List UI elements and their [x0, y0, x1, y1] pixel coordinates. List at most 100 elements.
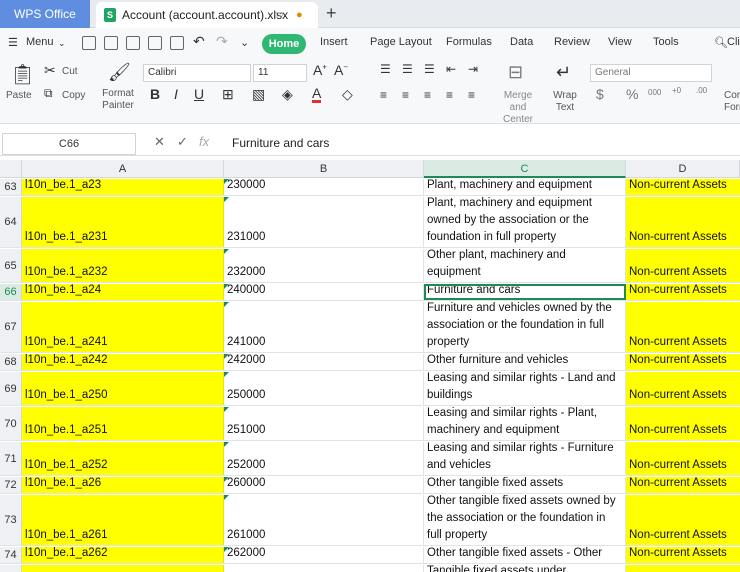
- cell-c[interactable]: Furniture and vehicles owned by the asso…: [424, 302, 626, 352]
- align-middle-icon[interactable]: ☰: [402, 62, 413, 76]
- row-header[interactable]: 68: [0, 354, 22, 370]
- merge-center-button[interactable]: Merge and Center: [495, 90, 541, 126]
- row-header[interactable]: 67: [0, 302, 22, 352]
- thousands-icon[interactable]: 000: [648, 88, 661, 97]
- cell-c[interactable]: Leasing and similar rights - Furniture a…: [424, 442, 626, 475]
- indent-decrease-icon[interactable]: ⇤: [446, 62, 456, 76]
- align-bottom-icon[interactable]: ☰: [424, 62, 435, 76]
- row-header[interactable]: [0, 565, 22, 572]
- tab-page-layout[interactable]: Page Layout: [370, 36, 432, 48]
- cell-a[interactable]: l10n_be.1_a251: [22, 407, 224, 440]
- cell-c[interactable]: Furniture and cars: [424, 284, 626, 300]
- cell-d[interactable]: Non-current Assets: [626, 477, 740, 493]
- column-header-d[interactable]: D: [626, 160, 740, 178]
- fill-pattern-icon[interactable]: ▧: [252, 86, 265, 103]
- number-format-select[interactable]: General: [590, 64, 712, 82]
- cancel-icon[interactable]: ✕: [154, 134, 165, 150]
- wrap-text-icon[interactable]: ↵: [556, 62, 571, 83]
- cell-c[interactable]: Leasing and similar rights - Land and bu…: [424, 372, 626, 405]
- merge-center-icon[interactable]: ⊟: [508, 62, 523, 83]
- more-chevron-icon[interactable]: ⌄: [240, 36, 249, 49]
- hamburger-icon[interactable]: ☰: [8, 36, 18, 49]
- tab-document[interactable]: S Account (account.account).xlsx ▭ ●: [96, 2, 318, 28]
- cell-a[interactable]: l10n_be.1_a250: [22, 372, 224, 405]
- tab-data[interactable]: Data: [510, 36, 533, 48]
- open-folder-icon[interactable]: [82, 36, 96, 50]
- cell-b[interactable]: 242000: [224, 354, 424, 370]
- cell-a[interactable]: l10n_be.1_a26: [22, 477, 224, 493]
- redo-icon[interactable]: ↷: [216, 33, 228, 50]
- cell-a[interactable]: l10n_be.1_a231: [22, 197, 224, 247]
- align-right-icon[interactable]: ≡: [424, 88, 431, 102]
- cell-b[interactable]: 261000: [224, 495, 424, 545]
- cell-b[interactable]: 262000: [224, 547, 424, 563]
- cell-a[interactable]: l10n_be.1_a232: [22, 249, 224, 282]
- cut-icon[interactable]: ✂: [44, 62, 56, 79]
- cell-d[interactable]: Non-current Assets: [626, 495, 740, 545]
- cell-b[interactable]: [224, 565, 424, 572]
- cell-b[interactable]: 230000: [224, 179, 424, 195]
- row-header[interactable]: 72: [0, 477, 22, 493]
- cell-d[interactable]: Non-current Assets: [626, 284, 740, 300]
- formula-input[interactable]: Furniture and cars: [232, 136, 329, 150]
- tab-wps-office[interactable]: WPS Office: [0, 0, 90, 28]
- function-icon[interactable]: fx: [199, 134, 209, 149]
- font-family-select[interactable]: Calibri: [143, 64, 251, 82]
- justify-icon[interactable]: ≡: [446, 88, 453, 102]
- cell-d[interactable]: Non-current Assets: [626, 179, 740, 195]
- tab-home[interactable]: Home: [262, 34, 306, 54]
- undo-icon[interactable]: ↶: [193, 33, 205, 50]
- confirm-icon[interactable]: ✓: [177, 134, 188, 150]
- bold-icon[interactable]: B: [150, 86, 160, 102]
- cell-a[interactable]: l10n_be.1_a241: [22, 302, 224, 352]
- cell-d[interactable]: Non-current Assets: [626, 197, 740, 247]
- cell-a[interactable]: l10n_be.1_a242: [22, 354, 224, 370]
- copy-button[interactable]: Copy: [62, 90, 85, 101]
- cut-button[interactable]: Cut: [62, 66, 78, 77]
- cell-b[interactable]: 240000: [224, 284, 424, 300]
- cell-a[interactable]: l10n_be.1_a252: [22, 442, 224, 475]
- indent-increase-icon[interactable]: ⇥: [468, 62, 478, 76]
- distributed-icon[interactable]: ≡: [468, 88, 475, 102]
- decimal-decrease-icon[interactable]: .00: [696, 86, 707, 95]
- cell-c[interactable]: Plant, machinery and equipment: [424, 179, 626, 195]
- row-header[interactable]: 74: [0, 547, 22, 563]
- cell-a[interactable]: l10n_be.1_a23: [22, 179, 224, 195]
- row-header[interactable]: 71: [0, 442, 22, 475]
- cell-d[interactable]: [626, 565, 740, 572]
- cell-b[interactable]: 260000: [224, 477, 424, 493]
- cell-d[interactable]: Non-current Assets: [626, 354, 740, 370]
- tab-view[interactable]: View: [608, 36, 632, 48]
- font-color-icon[interactable]: A: [312, 86, 322, 103]
- cell-c[interactable]: Tangible fixed assets under: [424, 565, 626, 572]
- align-left-icon[interactable]: ≡: [380, 88, 387, 102]
- percent-icon[interactable]: %: [626, 86, 638, 102]
- cell-d[interactable]: Non-current Assets: [626, 407, 740, 440]
- row-header[interactable]: 69: [0, 372, 22, 405]
- align-top-icon[interactable]: ☰: [380, 62, 391, 76]
- export-icon[interactable]: [126, 36, 140, 50]
- fill-color-icon[interactable]: ◈: [282, 86, 293, 103]
- cell-b[interactable]: 241000: [224, 302, 424, 352]
- cell-b[interactable]: 232000: [224, 249, 424, 282]
- save-icon[interactable]: [104, 36, 118, 50]
- row-header[interactable]: 73: [0, 495, 22, 545]
- row-header[interactable]: 64: [0, 197, 22, 247]
- cell-a[interactable]: l10n_be.1_a262: [22, 547, 224, 563]
- eraser-icon[interactable]: ◇: [342, 86, 353, 103]
- italic-icon[interactable]: I: [174, 86, 178, 102]
- wrap-text-button[interactable]: Wrap Text: [551, 90, 579, 114]
- column-header-a[interactable]: A: [22, 160, 224, 178]
- decimal-increase-icon[interactable]: +0: [672, 86, 681, 95]
- increase-font-icon[interactable]: A+: [313, 62, 327, 78]
- cell-c[interactable]: Other tangible fixed assets - Other: [424, 547, 626, 563]
- chevron-down-icon[interactable]: ⌄: [58, 38, 66, 49]
- cell-a[interactable]: l10n_be.1_a261: [22, 495, 224, 545]
- name-box[interactable]: C66: [2, 133, 136, 155]
- monitor-icon[interactable]: ▭: [274, 2, 283, 28]
- tab-formulas[interactable]: Formulas: [446, 36, 492, 48]
- paste-button[interactable]: Paste: [6, 90, 32, 101]
- row-header[interactable]: 63: [0, 179, 22, 195]
- tab-tools[interactable]: Tools: [653, 36, 679, 48]
- cell-b[interactable]: 250000: [224, 372, 424, 405]
